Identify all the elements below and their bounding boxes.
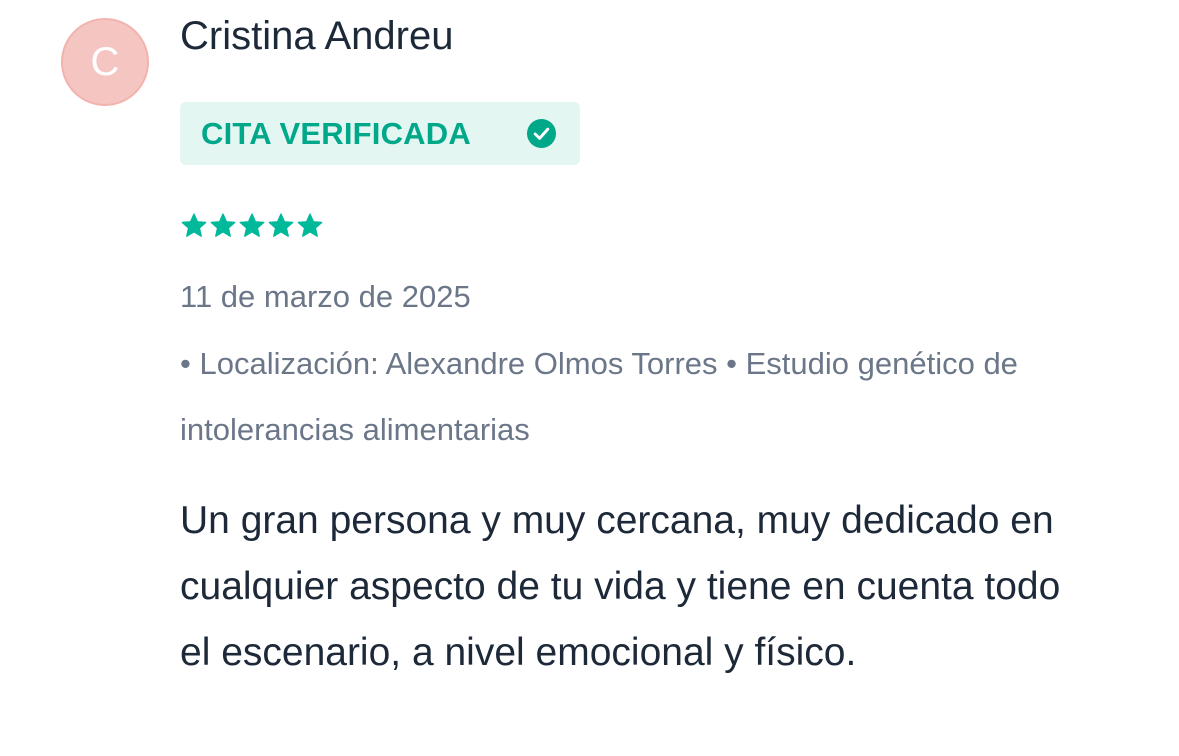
- star-rating: [180, 211, 324, 247]
- star-icon: [181, 213, 207, 237]
- review-text: Un gran persona y muy cercana, muy dedic…: [180, 499, 1061, 674]
- check-circle-icon: [526, 118, 557, 149]
- review-date: 11 de marzo de 2025: [180, 279, 471, 314]
- verified-badge-label: CITA VERIFICADA: [201, 115, 471, 151]
- star-icon: [239, 213, 265, 237]
- avatar: C: [61, 18, 149, 106]
- author-name: Cristina Andreu: [180, 14, 454, 58]
- review-card: C Cristina Andreu CITA VERIFICADA 11 de …: [0, 0, 1179, 756]
- star-icon: [268, 213, 294, 237]
- avatar-initial: C: [90, 40, 120, 84]
- star-icon: [297, 213, 323, 237]
- star-icon: [210, 213, 236, 237]
- review-meta: • Localización: Alexandre Olmos Torres •…: [180, 346, 1018, 447]
- verified-badge: CITA VERIFICADA: [180, 102, 580, 165]
